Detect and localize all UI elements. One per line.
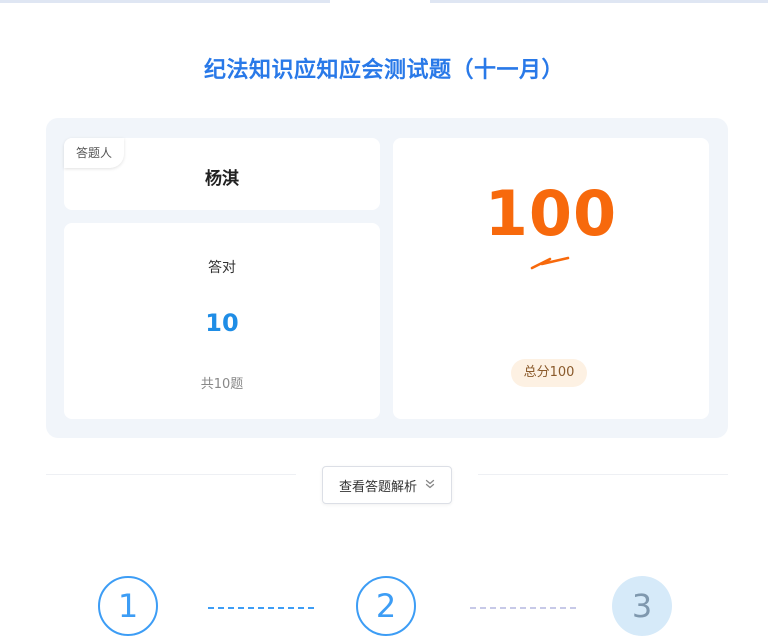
correct-card: 答对 10 共10题 (64, 223, 380, 419)
top-border-strip (0, 0, 768, 3)
divider-left (46, 474, 296, 475)
double-chevron-down-icon (425, 479, 435, 491)
responder-name: 杨淇 (205, 169, 239, 189)
correct-count: 10 (205, 309, 239, 337)
step-2-indicator: 2 (356, 576, 416, 636)
total-questions: 共10题 (200, 377, 244, 392)
divider-right (478, 474, 728, 475)
correct-label: 答对 (208, 260, 236, 276)
score-value: 100 (484, 177, 618, 250)
step-3-indicator: 3 (612, 576, 672, 636)
step-connector-2 (470, 607, 576, 609)
step-1-indicator: 1 (98, 576, 158, 636)
view-analysis-label: 查看答题解析 (338, 479, 417, 495)
result-panel: 答题人 杨淇 答对 10 共10题 100 总分100 (46, 118, 728, 438)
responder-card: 答题人 杨淇 (64, 138, 380, 210)
view-analysis-button[interactable]: 查看答题解析 (322, 466, 452, 504)
score-card: 100 总分100 (393, 138, 709, 419)
score-underline-swash-icon (530, 256, 570, 270)
step-connector-1 (208, 607, 314, 609)
page-title: 纪法知识应知应会测试题（十一月） (203, 58, 564, 83)
total-score-badge: 总分100 (511, 359, 587, 387)
